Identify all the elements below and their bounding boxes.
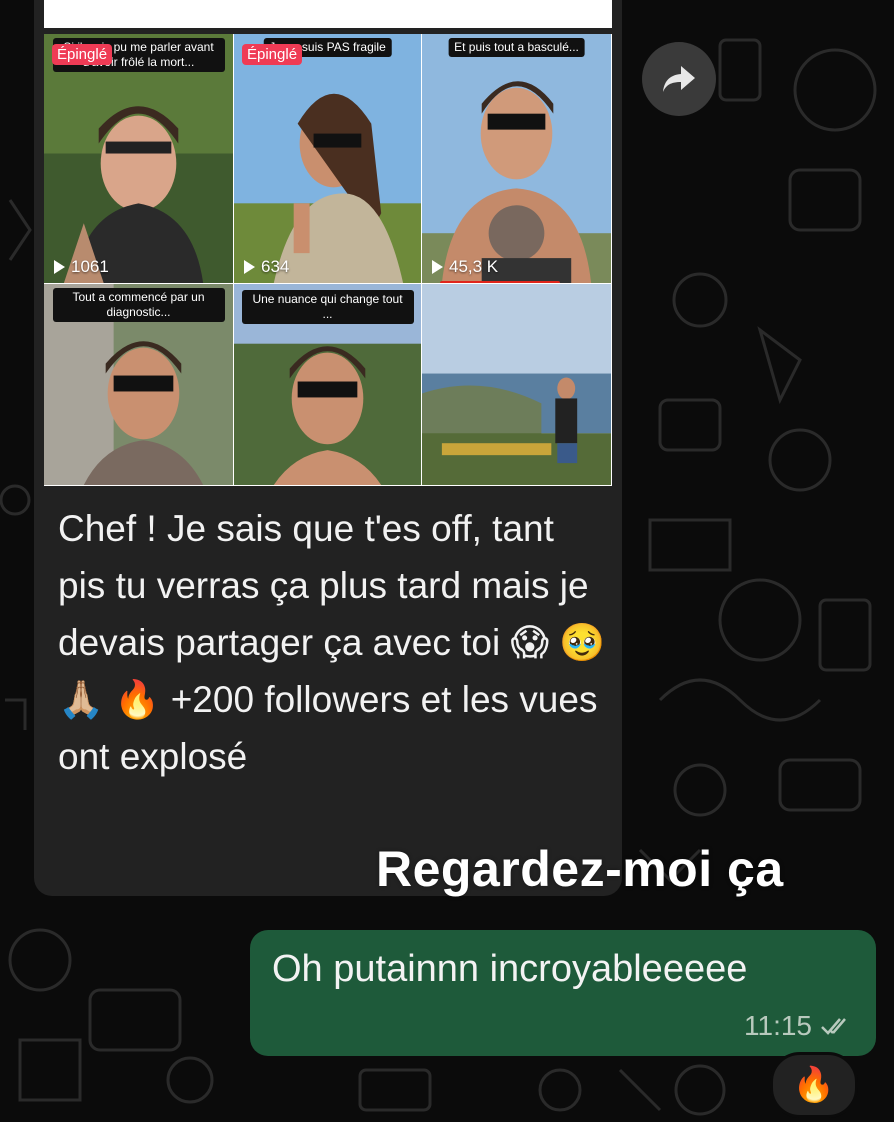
view-count: 45,3 K bbox=[432, 257, 498, 277]
play-icon bbox=[54, 260, 65, 274]
message-reaction[interactable]: 🔥 bbox=[770, 1052, 858, 1118]
tiktok-profile-grid-screenshot[interactable]: Si j'avais pu me parler avant d'avoir fr… bbox=[44, 34, 612, 486]
view-count: 634 bbox=[244, 257, 289, 277]
pinned-badge: Épinglé bbox=[242, 44, 303, 65]
double-check-icon bbox=[821, 1018, 846, 1035]
video-caption: Une nuance qui change tout ... bbox=[241, 290, 414, 324]
story-overlay-text: Regardez-moi ça bbox=[376, 841, 784, 897]
video-caption: Et puis tout a basculé... bbox=[448, 38, 585, 57]
video-tile-4: Tout a commencé par un diagnostic... bbox=[44, 284, 234, 486]
view-count: 1061 bbox=[54, 257, 109, 277]
pinned-badge: Épinglé bbox=[52, 44, 113, 65]
video-tile-2: Je ne suis PAS fragile Épinglé 634 bbox=[234, 34, 422, 284]
video-tile-5: Une nuance qui change tout ... bbox=[234, 284, 422, 486]
message-meta: 11:15 bbox=[744, 1010, 854, 1042]
play-icon bbox=[432, 260, 443, 274]
incoming-message-bubble[interactable]: Si j'avais pu me parler avant d'avoir fr… bbox=[34, 0, 622, 896]
outgoing-message-bubble[interactable]: Oh putainnn incroyableeeee 11:15 bbox=[250, 930, 876, 1056]
screenshot-top-strip bbox=[44, 0, 612, 28]
forward-icon bbox=[663, 66, 695, 92]
message-time: 11:15 bbox=[744, 1010, 812, 1041]
outgoing-message-text: Oh putainnn incroyableeeee bbox=[272, 948, 748, 990]
video-caption: Tout a commencé par un diagnostic... bbox=[52, 288, 225, 322]
play-icon bbox=[244, 260, 255, 274]
fire-reaction-emoji: 🔥 bbox=[792, 1066, 836, 1104]
incoming-message-text: Chef ! Je sais que t'es off, tant pis tu… bbox=[58, 508, 606, 777]
forward-button[interactable] bbox=[642, 42, 716, 116]
video-tile-3: Et puis tout a basculé... 45,3 K bbox=[422, 34, 612, 284]
video-tile-1: Si j'avais pu me parler avant d'avoir fr… bbox=[44, 34, 234, 284]
video-tile-6 bbox=[422, 284, 612, 486]
